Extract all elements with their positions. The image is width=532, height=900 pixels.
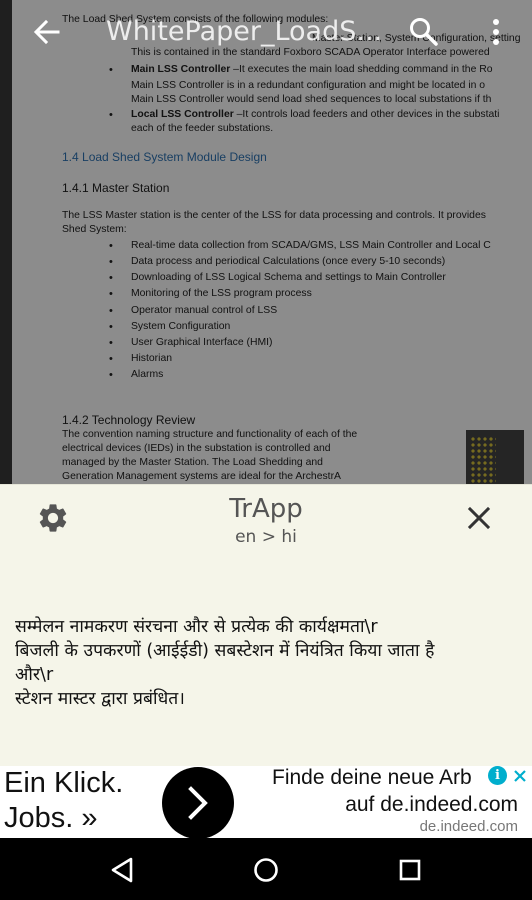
popup-app-title: TrApp [229,494,303,524]
ad-text-line-1: Finde deine neue Arb [272,766,472,789]
translation-line: स्टेशन मास्टर द्वारा प्रबंधित। [15,689,185,709]
system-nav-bar [0,838,532,900]
ad-banner[interactable]: Ein Klick. Jobs. » Finde deine neue Arb … [0,766,532,838]
screen: The Load Shed System consists of the fol… [0,0,532,900]
ad-close-icon[interactable] [510,766,530,786]
ad-headline-line: Ein Klick. [4,767,124,799]
document-viewer[interactable]: The Load Shed System consists of the fol… [0,0,532,484]
translation-line: और\r [15,665,54,685]
nav-home-icon[interactable] [251,855,281,885]
chevron-right-icon [188,786,208,820]
app-bar: WhitePaper_LoadS... [0,0,532,64]
more-vert-icon[interactable] [482,16,510,48]
language-pair-label[interactable]: en > hi [0,527,532,547]
nav-recents-icon[interactable] [395,855,425,885]
ad-headline: Ein Klick. Jobs. » [4,766,123,836]
dim-overlay [0,0,532,484]
translation-text: सम्मेलन नामकरण संरचना और से प्रत्येक की … [15,615,520,711]
back-arrow-icon[interactable] [30,18,62,46]
document-title: WhitePaper_LoadS... [106,16,383,47]
ad-open-button[interactable] [162,767,234,838]
ad-text-line-2: auf de.indeed.com [345,793,518,816]
translation-popup: TrApp en > hi सम्मेलन नामकरण संरचना और स… [0,484,532,766]
nav-back-icon[interactable] [107,855,137,885]
close-icon[interactable] [464,503,494,533]
search-icon[interactable] [408,16,440,48]
ad-domain: de.indeed.com [419,818,518,835]
ad-headline-line: Jobs. » [4,802,98,834]
ad-info-icon[interactable]: i [488,766,507,785]
translation-line: बिजली के उपकरणों (आईईडी) सबस्टेशन में नि… [15,641,435,661]
translation-line: सम्मेलन नामकरण संरचना और से प्रत्येक की … [15,617,378,637]
